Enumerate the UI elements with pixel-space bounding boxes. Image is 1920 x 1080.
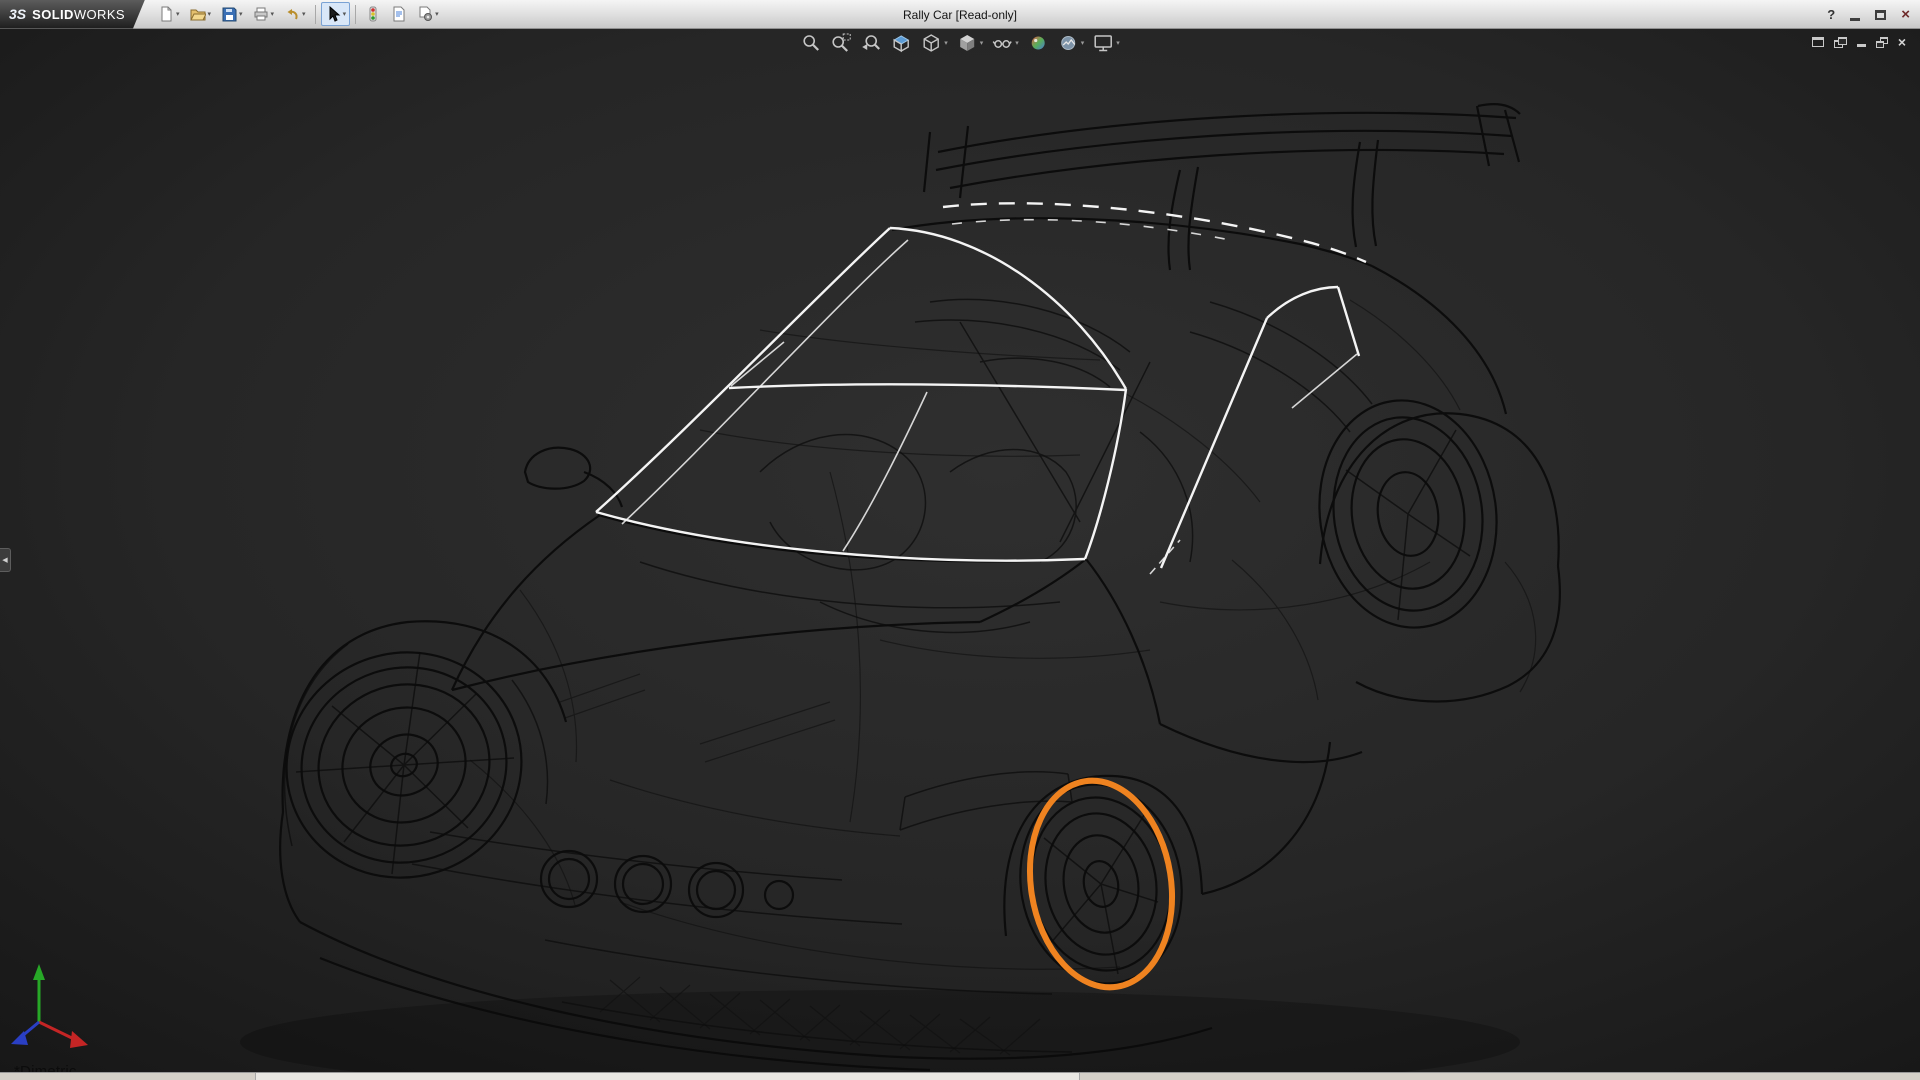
select-button[interactable]: ▾: [321, 2, 351, 26]
save-icon: [221, 6, 237, 22]
save-button[interactable]: ▾: [217, 2, 247, 26]
previous-view-icon: [860, 32, 882, 54]
chevron-down-icon[interactable]: ▾: [944, 40, 948, 47]
ds-logo-icon: 3S: [9, 6, 26, 22]
zoom-to-area-icon: [830, 32, 852, 54]
status-segment: [0, 1073, 256, 1080]
chevron-down-icon[interactable]: ▾: [208, 11, 212, 18]
chevron-down-icon[interactable]: ▾: [239, 11, 243, 18]
new-document-button[interactable]: ▾: [154, 2, 184, 26]
document-window-controls: ×: [1812, 35, 1906, 49]
scene-sphere-icon: [1057, 32, 1079, 54]
minimize-button[interactable]: [1850, 18, 1860, 21]
view-settings-icon: [1092, 32, 1114, 54]
glasses-icon: [991, 32, 1013, 54]
toolbar-separator: [315, 5, 316, 24]
open-folder-icon: [190, 6, 206, 22]
hide-show-items-button[interactable]: ▾: [989, 31, 1021, 55]
model-viewport[interactable]: [0, 0, 1920, 1080]
undo-icon: [284, 6, 300, 22]
options-button[interactable]: ▾: [413, 2, 443, 26]
titlebar: 3S SOLIDWORKS ▾ ▾ ▾: [0, 0, 1920, 29]
chevron-down-icon[interactable]: ▾: [176, 11, 180, 18]
logo-text: SOLIDWORKS: [32, 7, 125, 22]
open-document-button[interactable]: ▾: [186, 2, 216, 26]
help-button[interactable]: ?: [1827, 7, 1835, 22]
window-title: Rally Car [Read-only]: [903, 8, 1017, 22]
chevron-down-icon[interactable]: ▾: [435, 11, 439, 18]
chevron-down-icon[interactable]: ▾: [271, 11, 275, 18]
apply-scene-button[interactable]: ▾: [1055, 31, 1087, 55]
appearance-ball-icon: [1027, 32, 1049, 54]
zoom-to-fit-button[interactable]: [798, 31, 824, 55]
edit-appearance-button[interactable]: [1025, 31, 1051, 55]
toolbar-separator: [355, 5, 356, 24]
undo-button[interactable]: ▾: [280, 2, 310, 26]
file-properties-button[interactable]: [387, 2, 411, 26]
main-toolbar: ▾ ▾ ▾ ▾: [145, 0, 444, 29]
print-button[interactable]: ▾: [249, 2, 279, 26]
options-gear-icon: [417, 6, 433, 22]
status-bar: [0, 1072, 1920, 1080]
chevron-down-icon[interactable]: ▾: [302, 11, 306, 18]
rebuild-button[interactable]: [361, 2, 385, 26]
section-view-button[interactable]: [888, 31, 914, 55]
window-new-icon[interactable]: [1812, 37, 1824, 47]
window-minimize-icon[interactable]: [1857, 44, 1866, 47]
chevron-down-icon[interactable]: ▾: [1116, 40, 1120, 47]
chevron-down-icon[interactable]: ▾: [343, 11, 347, 18]
view-orientation-cube-icon: [956, 32, 978, 54]
logo-text-light: WORKS: [74, 7, 125, 22]
window-restore-icon[interactable]: [1876, 37, 1888, 48]
file-properties-icon: [391, 6, 407, 22]
select-cursor-icon: [325, 6, 341, 22]
chevron-down-icon[interactable]: ▾: [1015, 40, 1019, 47]
chevron-down-icon[interactable]: ▾: [1081, 40, 1085, 47]
solidworks-logo: 3S SOLIDWORKS: [0, 0, 145, 29]
chevron-down-icon[interactable]: ▾: [980, 40, 984, 47]
window-controls: ? ×: [1827, 0, 1910, 29]
new-document-icon: [158, 6, 174, 22]
zoom-to-area-button[interactable]: [828, 31, 854, 55]
status-segment: [1080, 1073, 1920, 1080]
view-orientation-button[interactable]: ▾: [954, 31, 986, 55]
window-close-icon[interactable]: ×: [1898, 35, 1906, 49]
window-cascade-icon[interactable]: [1834, 37, 1847, 48]
close-button[interactable]: ×: [1901, 7, 1910, 22]
print-icon: [253, 6, 269, 22]
status-segment: [256, 1073, 1080, 1080]
maximize-button[interactable]: [1875, 10, 1886, 20]
previous-view-button[interactable]: [858, 31, 884, 55]
featuremanager-flyout-tab[interactable]: ◀: [0, 548, 11, 572]
view-settings-button[interactable]: ▾: [1090, 31, 1122, 55]
zoom-to-fit-icon: [800, 32, 822, 54]
rebuild-icon: [365, 6, 381, 22]
chevron-left-icon: ◀: [2, 556, 7, 564]
section-view-icon: [890, 32, 912, 54]
display-style-cube-icon: [920, 32, 942, 54]
heads-up-view-toolbar: ▾ ▾ ▾: [796, 31, 1124, 55]
display-style-button[interactable]: ▾: [918, 31, 950, 55]
logo-text-bold: SOLID: [32, 7, 74, 22]
